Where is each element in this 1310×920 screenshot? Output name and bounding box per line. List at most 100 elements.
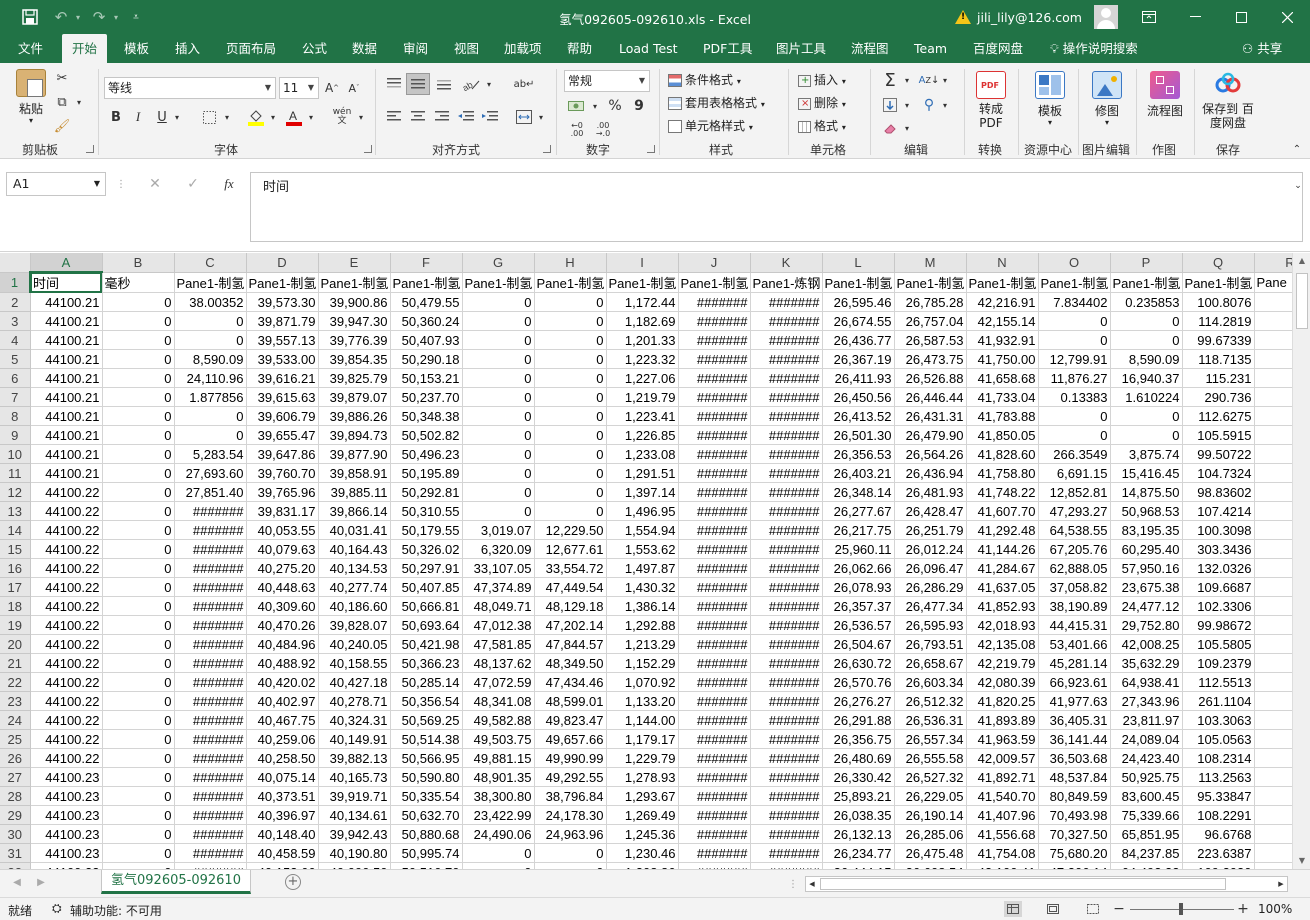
cell[interactable]: 105.5915 bbox=[1182, 425, 1255, 445]
tab-baidu-netdisk[interactable]: 百度网盘 bbox=[973, 34, 1023, 63]
cell[interactable]: 49,292.55 bbox=[534, 767, 607, 787]
cell[interactable]: 12,799.91 bbox=[1038, 349, 1111, 369]
cell[interactable]: 99.50722 bbox=[1182, 444, 1255, 464]
cell[interactable]: ####### bbox=[174, 824, 247, 844]
cell[interactable]: 26,526.88 bbox=[894, 368, 967, 388]
cell[interactable]: 50,632.70 bbox=[390, 805, 463, 825]
underline-button[interactable]: U bbox=[154, 107, 170, 127]
cell[interactable]: 40,396.97 bbox=[246, 805, 319, 825]
cell[interactable]: 115.231 bbox=[1182, 368, 1255, 388]
row-header[interactable]: 30 bbox=[0, 824, 31, 844]
cell[interactable]: 1,226.85 bbox=[606, 425, 679, 445]
expand-formula-bar-icon[interactable]: ⌄ bbox=[1292, 180, 1304, 192]
cell[interactable]: 50,407.93 bbox=[390, 330, 463, 350]
cell[interactable]: 44100.22 bbox=[30, 558, 103, 578]
cell[interactable]: 0 bbox=[462, 406, 535, 426]
cell[interactable]: 40,149.91 bbox=[318, 729, 391, 749]
row-header[interactable]: 16 bbox=[0, 558, 31, 578]
find-select-icon[interactable]: ⚲ bbox=[918, 95, 940, 115]
cell[interactable]: 40,259.06 bbox=[246, 729, 319, 749]
cell[interactable]: 83,600.45 bbox=[1110, 786, 1183, 806]
cell[interactable]: 39,919.71 bbox=[318, 786, 391, 806]
sort-filter-dropdown-icon[interactable]: ▾ bbox=[940, 70, 950, 90]
cell[interactable]: 33,554.72 bbox=[534, 558, 607, 578]
cell[interactable]: 132.0326 bbox=[1182, 558, 1255, 578]
tab-load-test[interactable]: Load Test bbox=[619, 34, 678, 63]
underline-dropdown-icon[interactable]: ▾ bbox=[172, 107, 182, 127]
cell[interactable]: 50,925.75 bbox=[1110, 767, 1183, 787]
cell[interactable]: 261.1104 bbox=[1182, 691, 1255, 711]
cell[interactable]: ####### bbox=[174, 520, 247, 540]
cell[interactable]: 50,348.38 bbox=[390, 406, 463, 426]
close-icon[interactable] bbox=[1264, 0, 1310, 34]
cell[interactable]: 15,416.45 bbox=[1110, 463, 1183, 483]
cell[interactable]: 39,854.35 bbox=[318, 349, 391, 369]
copy-dropdown-icon[interactable]: ▾ bbox=[74, 93, 84, 111]
cell[interactable]: 24,423.40 bbox=[1110, 748, 1183, 768]
insert-cells-button[interactable]: + 插入 ▾ bbox=[798, 71, 846, 88]
cell[interactable]: 40,470.26 bbox=[246, 615, 319, 635]
cell[interactable]: 29,752.80 bbox=[1110, 615, 1183, 635]
cell[interactable]: 26,096.47 bbox=[894, 558, 967, 578]
cell[interactable]: 41,932.91 bbox=[966, 330, 1039, 350]
cell[interactable]: 0 bbox=[1110, 311, 1183, 331]
font-size-select[interactable]: 11 ▼ bbox=[279, 77, 319, 99]
cell[interactable]: 70,327.50 bbox=[1038, 824, 1111, 844]
cell[interactable]: 40,373.51 bbox=[246, 786, 319, 806]
cell[interactable]: 0 bbox=[174, 330, 247, 350]
cell[interactable]: 26,291.88 bbox=[822, 710, 895, 730]
cell[interactable]: Pane bbox=[1254, 272, 1292, 293]
row-header[interactable]: 1 bbox=[0, 272, 31, 293]
cell[interactable]: 40,488.92 bbox=[246, 653, 319, 673]
cell[interactable]: 6,320.09 bbox=[462, 539, 535, 559]
font-color-dropdown-icon[interactable]: ▾ bbox=[306, 107, 316, 127]
cell[interactable]: 44100.21 bbox=[30, 330, 103, 350]
cell[interactable]: 62,888.05 bbox=[1038, 558, 1111, 578]
cell[interactable]: ####### bbox=[750, 577, 823, 597]
cell[interactable]: 50,285.14 bbox=[390, 672, 463, 692]
cell[interactable]: ####### bbox=[678, 520, 751, 540]
cell[interactable]: 36,405.31 bbox=[1038, 710, 1111, 730]
cell[interactable]: 40,402.97 bbox=[246, 691, 319, 711]
tab-picture-tools[interactable]: 图片工具 bbox=[776, 34, 826, 63]
cell[interactable]: 26,348.14 bbox=[822, 482, 895, 502]
cell[interactable]: ####### bbox=[750, 482, 823, 502]
cell[interactable]: 0 bbox=[462, 463, 535, 483]
cell[interactable]: 44100.22 bbox=[30, 691, 103, 711]
column-header[interactable]: D bbox=[246, 253, 319, 273]
cell[interactable]: 0 bbox=[102, 672, 175, 692]
row-header[interactable]: 22 bbox=[0, 672, 31, 692]
cell[interactable]: 26,436.77 bbox=[822, 330, 895, 350]
cell[interactable]: 266.3549 bbox=[1038, 444, 1111, 464]
cell[interactable]: 39,886.26 bbox=[318, 406, 391, 426]
convert-to-pdf-button[interactable]: PDF 转成 PDF bbox=[970, 71, 1012, 130]
sort-filter-icon[interactable]: A Z ↓ bbox=[918, 70, 940, 90]
cell[interactable]: 26,477.34 bbox=[894, 596, 967, 616]
name-box[interactable]: A1 ▼ bbox=[6, 172, 106, 196]
zoom-slider-thumb[interactable] bbox=[1179, 903, 1183, 915]
cell[interactable]: 112.5513 bbox=[1182, 672, 1255, 692]
cell[interactable]: 1,233.08 bbox=[606, 444, 679, 464]
cell[interactable]: 39,765.96 bbox=[246, 482, 319, 502]
cell[interactable]: 44100.21 bbox=[30, 349, 103, 369]
cell[interactable]: 16,940.37 bbox=[1110, 368, 1183, 388]
add-sheet-icon[interactable]: + bbox=[285, 874, 301, 890]
cell[interactable]: 0 bbox=[174, 425, 247, 445]
cell[interactable]: 0 bbox=[462, 292, 535, 312]
row-header[interactable]: 12 bbox=[0, 482, 31, 502]
cell[interactable]: 11,876.27 bbox=[1038, 368, 1111, 388]
cell[interactable]: 16,6 bbox=[1254, 558, 1292, 578]
cell[interactable]: 35,632.29 bbox=[1110, 653, 1183, 673]
decrease-font-icon[interactable]: Aˇ bbox=[345, 78, 363, 98]
cell[interactable]: ####### bbox=[750, 729, 823, 749]
cell[interactable]: ####### bbox=[678, 710, 751, 730]
cell[interactable]: 1.877856 bbox=[174, 387, 247, 407]
customize-quick-access-icon[interactable]: ⩡ bbox=[128, 6, 144, 28]
prev-sheet-icon[interactable]: ◀ bbox=[10, 874, 24, 890]
tab-insert[interactable]: 插入 bbox=[175, 34, 200, 63]
cut-icon[interactable]: ✂ bbox=[54, 69, 70, 87]
cell[interactable]: 0 bbox=[462, 330, 535, 350]
scroll-right-icon[interactable]: ▶ bbox=[1275, 877, 1287, 891]
cell[interactable]: 26,012.24 bbox=[894, 539, 967, 559]
clear-dropdown-icon[interactable]: ▾ bbox=[902, 118, 912, 138]
